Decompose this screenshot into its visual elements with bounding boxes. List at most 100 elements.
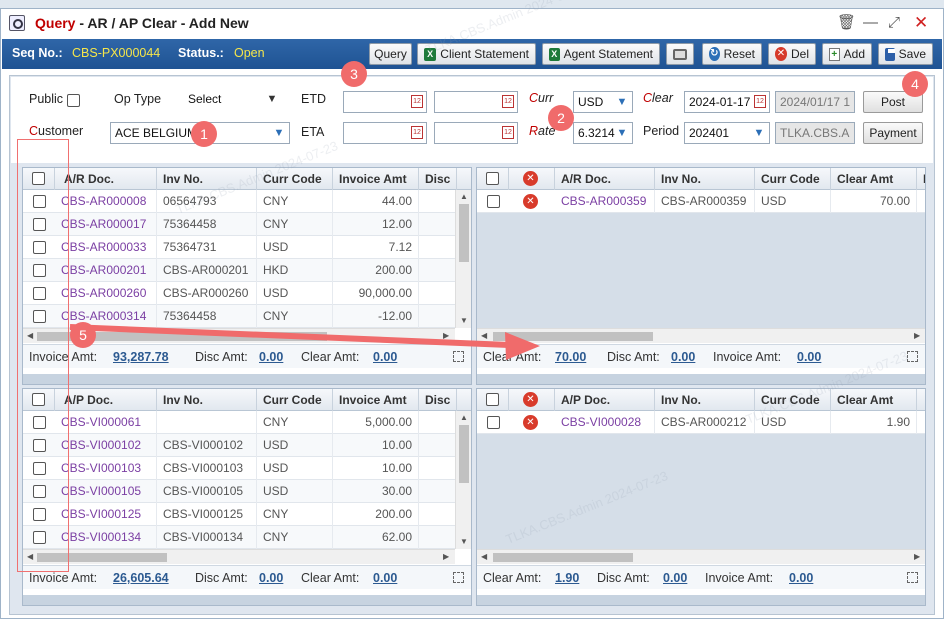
reset-button[interactable]: ↻ Reset (702, 43, 762, 65)
expand-icon[interactable] (907, 351, 918, 362)
table-row[interactable]: CBS-VI000134 CBS-VI000134 CNY 62.00 (23, 526, 455, 549)
table-row[interactable]: CBS-AR000033 75364731 USD 7.12 (23, 236, 455, 259)
scroll-thumb[interactable] (493, 332, 653, 341)
close-icon[interactable]: ✕ (914, 14, 928, 32)
table-row[interactable]: CBS-VI000061 CNY 5,000.00 (23, 411, 455, 434)
expand-icon[interactable] (453, 572, 464, 583)
ar-doc-cell[interactable]: CBS-AR000008 (55, 190, 157, 213)
ar-doc-cell[interactable]: CBS-AR000201 (55, 259, 157, 282)
agent-statement-button[interactable]: X Agent Statement (542, 43, 660, 65)
calendar-icon[interactable]: 12 (502, 95, 514, 108)
maximize-icon[interactable]: ⤢ (888, 14, 900, 32)
col-inv-no[interactable]: Inv No. (157, 389, 257, 411)
period-select[interactable]: 202401 ▼ (684, 122, 770, 144)
col-disc[interactable]: Disc (419, 168, 457, 190)
invoice-amt-total[interactable]: 26,605.64 (113, 571, 169, 585)
scroll-thumb[interactable] (493, 553, 633, 562)
calendar-icon[interactable]: 12 (754, 95, 766, 108)
clear-amt-total[interactable]: 70.00 (555, 350, 586, 364)
invoice-amt-total[interactable]: 93,287.78 (113, 350, 169, 364)
client-statement-button[interactable]: X Client Statement (417, 43, 536, 65)
col-disc[interactable]: Disc (419, 389, 457, 411)
public-checkbox[interactable] (67, 94, 80, 107)
print-button[interactable] (666, 43, 694, 65)
col-clear-amt[interactable]: Clear Amt (831, 389, 917, 411)
col-curr-code[interactable]: Curr Code (257, 168, 333, 190)
col-ar-doc[interactable]: A/R Doc. (555, 168, 655, 190)
horizontal-scrollbar[interactable]: ◀ ▶ (477, 549, 925, 564)
col-ap-doc[interactable]: A/P Doc. (555, 389, 655, 411)
table-row[interactable]: ✕ CBS-VI000028 CBS-AR000212 USD 1.90 (477, 411, 925, 434)
disc-amt-total[interactable]: 0.00 (663, 571, 687, 585)
eta-from-input[interactable]: 12 (343, 122, 427, 144)
op-type-select[interactable]: Select ▼ (183, 88, 283, 110)
ap-doc-cell[interactable]: CBS-VI000102 (55, 434, 157, 457)
eta-to-input[interactable]: 12 (434, 122, 518, 144)
table-row[interactable]: ✕ CBS-AR000359 CBS-AR000359 USD 70.00 (477, 190, 925, 213)
ap-doc-cell[interactable]: CBS-VI000028 (555, 411, 655, 434)
minimize-icon[interactable]: — (863, 14, 878, 32)
ar-doc-cell[interactable]: CBS-AR000359 (555, 190, 655, 213)
calendar-icon[interactable]: 12 (411, 95, 423, 108)
expand-icon[interactable] (907, 572, 918, 583)
vertical-scrollbar[interactable]: ▲ ▼ (455, 190, 471, 328)
ap-doc-cell[interactable]: CBS-VI000125 (55, 503, 157, 526)
scroll-right-icon[interactable]: ▶ (443, 552, 449, 561)
scroll-down-icon[interactable]: ▼ (460, 537, 468, 546)
col-ap-doc[interactable]: A/P Doc. (55, 389, 157, 411)
ap-doc-cell[interactable]: CBS-VI000134 (55, 526, 157, 549)
horizontal-scrollbar[interactable]: ◀ ▶ (477, 328, 925, 343)
ap-doc-cell[interactable]: CBS-VI000061 (55, 411, 157, 434)
clear-date-input[interactable]: 2024-01-17 12 (684, 91, 770, 113)
table-row[interactable]: CBS-AR000201 CBS-AR000201 HKD 200.00 (23, 259, 455, 282)
ar-doc-cell[interactable]: CBS-AR000017 (55, 213, 157, 236)
ap-doc-cell[interactable]: CBS-VI000103 (55, 457, 157, 480)
clear-amt-total[interactable]: 0.00 (373, 350, 397, 364)
table-row[interactable]: CBS-AR000008 06564793 CNY 44.00 (23, 190, 455, 213)
row-checkbox[interactable] (487, 195, 500, 208)
col-inv-no[interactable]: Inv No. (655, 168, 755, 190)
scroll-left-icon[interactable]: ◀ (481, 552, 487, 561)
remove-row-icon[interactable]: ✕ (523, 194, 538, 209)
col-ar-doc[interactable]: A/R Doc. (55, 168, 157, 190)
add-button[interactable]: + Add (822, 43, 872, 65)
col-curr-code[interactable]: Curr Code (755, 168, 831, 190)
delete-button[interactable]: ✕ Del (768, 43, 816, 65)
table-row[interactable]: CBS-AR000017 75364458 CNY 12.00 (23, 213, 455, 236)
row-checkbox[interactable] (487, 416, 500, 429)
disc-amt-total[interactable]: 0.00 (671, 350, 695, 364)
col-curr-code[interactable]: Curr Code (257, 389, 333, 411)
table-row[interactable]: CBS-VI000105 CBS-VI000105 USD 30.00 (23, 480, 455, 503)
col-invoice-amt[interactable]: Invoice Amt (333, 168, 419, 190)
trash-icon[interactable]: 🗑 (837, 14, 856, 32)
select-all-checkbox[interactable] (486, 172, 499, 185)
clear-amt-total[interactable]: 0.00 (373, 571, 397, 585)
save-button[interactable]: Save (878, 43, 933, 65)
currency-select[interactable]: USD ▼ (573, 91, 633, 113)
rate-input[interactable]: 6.3214 ▼ (573, 122, 633, 144)
payment-button[interactable]: Payment (863, 122, 923, 144)
etd-to-input[interactable]: 12 (434, 91, 518, 113)
disc-amt-total[interactable]: 0.00 (259, 571, 283, 585)
scroll-left-icon[interactable]: ◀ (481, 331, 487, 340)
ap-doc-cell[interactable]: CBS-VI000105 (55, 480, 157, 503)
scroll-up-icon[interactable]: ▲ (460, 192, 468, 201)
col-inv-no[interactable]: Inv No. (157, 168, 257, 190)
horizontal-scrollbar[interactable]: ◀ ▶ (23, 549, 455, 564)
table-row[interactable]: CBS-AR000260 CBS-AR000260 USD 90,000.00 (23, 282, 455, 305)
col-inv-no[interactable]: Inv No. (655, 389, 755, 411)
col-curr-code[interactable]: Curr Code (755, 389, 831, 411)
scroll-right-icon[interactable]: ▶ (914, 552, 920, 561)
ar-doc-cell[interactable]: CBS-AR000260 (55, 282, 157, 305)
col-truncated[interactable]: I (917, 168, 925, 190)
col-clear-amt[interactable]: Clear Amt (831, 168, 917, 190)
scroll-right-icon[interactable]: ▶ (914, 331, 920, 340)
col-invoice-amt[interactable]: Invoice Amt (333, 389, 419, 411)
scroll-thumb[interactable] (459, 425, 469, 483)
scroll-down-icon[interactable]: ▼ (460, 316, 468, 325)
table-row[interactable]: CBS-VI000102 CBS-VI000102 USD 10.00 (23, 434, 455, 457)
clear-amt-total[interactable]: 1.90 (555, 571, 579, 585)
disc-amt-total[interactable]: 0.00 (259, 350, 283, 364)
table-row[interactable]: CBS-VI000103 CBS-VI000103 USD 10.00 (23, 457, 455, 480)
ar-doc-cell[interactable]: CBS-AR000033 (55, 236, 157, 259)
